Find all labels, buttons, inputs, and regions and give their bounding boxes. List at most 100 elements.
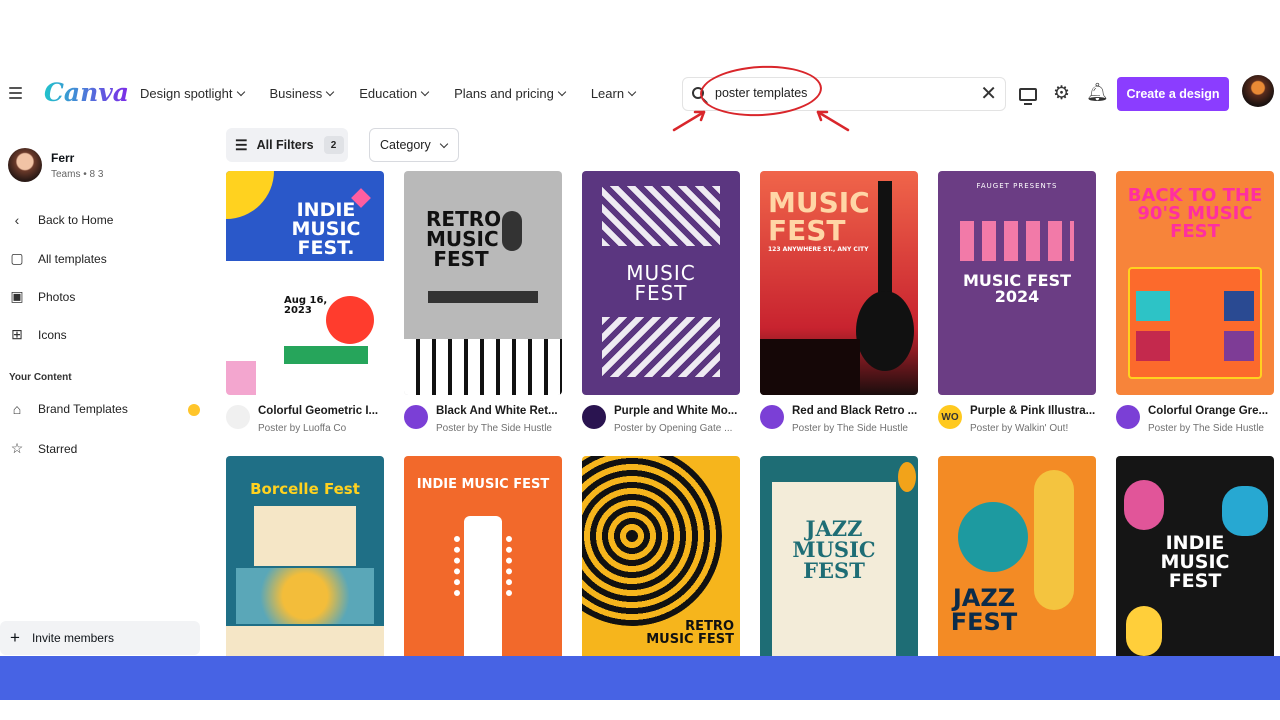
template-thumbnail[interactable]: RETRO MUSIC FEST bbox=[404, 171, 562, 395]
bell-icon[interactable]: 🔔︎ bbox=[1086, 83, 1109, 101]
bottom-margin bbox=[0, 700, 1280, 720]
poster-title: JAZZ MUSIC FEST bbox=[792, 516, 876, 583]
chevron-down-icon bbox=[439, 139, 448, 148]
plus-icon: + bbox=[10, 628, 20, 647]
template-meta: Colorful Orange Gre... Poster by The Sid… bbox=[1116, 405, 1280, 435]
avatar[interactable] bbox=[1242, 75, 1274, 107]
poster-title: MUSIC FEST bbox=[626, 261, 696, 305]
template-title[interactable]: Colorful Orange Gre... bbox=[1148, 405, 1280, 417]
poster-title: JAZZ FEST bbox=[950, 584, 1018, 636]
template-title[interactable]: Purple and White Mo... bbox=[614, 405, 752, 417]
chevron-down-icon bbox=[236, 87, 245, 97]
sliders-icon: ☰ bbox=[235, 136, 248, 153]
sidebar-item-brand-templates[interactable]: ⌂ Brand Templates bbox=[8, 401, 200, 417]
creator-logo bbox=[582, 405, 606, 429]
template-meta: WO Purple & Pink Illustra... Poster by W… bbox=[938, 405, 1108, 435]
nav-education[interactable]: Education bbox=[359, 86, 430, 101]
template-meta: Colorful Geometric I... Poster by Luoffa… bbox=[226, 405, 396, 435]
template-creator[interactable]: Poster by The Side Hustle bbox=[1148, 423, 1280, 434]
template-title[interactable]: Red and Black Retro ... bbox=[792, 405, 930, 417]
canva-logo[interactable]: Canva bbox=[44, 78, 129, 107]
creator-logo bbox=[1116, 405, 1140, 429]
template-meta: Black And White Ret... Poster by The Sid… bbox=[404, 405, 574, 435]
template-thumbnail[interactable]: JAZZ FEST bbox=[938, 456, 1096, 656]
user-profile[interactable]: Ferr Teams • 8 3 bbox=[8, 148, 103, 182]
template-meta: Red and Black Retro ... Poster by The Si… bbox=[760, 405, 930, 435]
top-margin bbox=[0, 0, 1280, 20]
poster-title: INDIE MUSIC FEST bbox=[416, 477, 550, 492]
sidebar-item-icons[interactable]: ⊞ Icons bbox=[8, 326, 67, 343]
chevron-down-icon bbox=[420, 87, 430, 97]
template-creator[interactable]: Poster by Opening Gate ... bbox=[614, 423, 752, 434]
category-dropdown[interactable]: Category bbox=[369, 128, 459, 162]
chevron-left-icon: ‹ bbox=[14, 212, 20, 228]
template-thumbnail[interactable]: INDIE MUSIC FEST bbox=[404, 456, 562, 656]
template-creator[interactable]: Poster by The Side Hustle bbox=[792, 423, 930, 434]
template-creator[interactable]: Poster by Luoffa Co bbox=[258, 423, 396, 434]
sidebar-item-back-to-home[interactable]: ‹ Back to Home bbox=[8, 212, 114, 228]
poster-title: BACK TO THE 90'S MUSIC FEST bbox=[1127, 185, 1263, 242]
template-thumbnail[interactable]: MUSIC FEST 123 ANYWHERE ST., ANY CITY bbox=[760, 171, 918, 395]
template-thumbnail[interactable]: INDIE MUSIC FEST bbox=[1116, 456, 1274, 656]
template-thumbnail[interactable]: Borcelle Fest bbox=[226, 456, 384, 656]
template-title[interactable]: Purple & Pink Illustra... bbox=[970, 405, 1108, 417]
template-thumbnail[interactable]: INDIE MUSIC FEST. Aug 16, 2023 bbox=[226, 171, 384, 395]
poster-title: MUSIC FEST 2024 bbox=[963, 271, 1071, 306]
annotation-arrow-right bbox=[816, 110, 850, 132]
star-icon: ☆ bbox=[10, 440, 24, 456]
top-nav: Design spotlight Business Education Plan… bbox=[140, 86, 661, 101]
creator-logo bbox=[226, 405, 250, 429]
template-creator[interactable]: Poster by The Side Hustle bbox=[436, 423, 574, 434]
poster-title: INDIE MUSIC FEST bbox=[1160, 532, 1230, 592]
user-avatar bbox=[8, 148, 42, 182]
nav-business[interactable]: Business bbox=[270, 86, 335, 101]
template-creator[interactable]: Poster by Walkin' Out! bbox=[970, 423, 1108, 434]
template-meta: Purple and White Mo... Poster by Opening… bbox=[582, 405, 752, 435]
chevron-down-icon bbox=[627, 87, 637, 97]
filter-count-badge: 2 bbox=[323, 136, 344, 154]
poster-title: RETRO MUSIC FEST bbox=[426, 207, 502, 271]
nav-learn[interactable]: Learn bbox=[591, 86, 637, 101]
nav-plans-and-pricing[interactable]: Plans and pricing bbox=[454, 86, 567, 101]
poster-title: RETRO MUSIC FEST bbox=[646, 619, 734, 647]
invite-members-button[interactable]: + Invite members bbox=[0, 621, 200, 655]
templates-icon: ▢ bbox=[10, 250, 24, 266]
nav-design-spotlight[interactable]: Design spotlight bbox=[140, 86, 245, 101]
menu-icon[interactable] bbox=[9, 87, 22, 99]
template-title[interactable]: Black And White Ret... bbox=[436, 405, 574, 417]
template-thumbnail[interactable]: FAUGET PRESENTS MUSIC FEST 2024 bbox=[938, 171, 1096, 395]
user-team: Teams • 8 3 bbox=[51, 169, 104, 180]
template-thumbnail[interactable]: BACK TO THE 90'S MUSIC FEST bbox=[1116, 171, 1274, 395]
brand-icon: ⌂ bbox=[12, 401, 22, 417]
your-content-heading: Your Content bbox=[9, 372, 72, 383]
template-thumbnail[interactable]: MUSIC FEST bbox=[582, 171, 740, 395]
user-name: Ferr bbox=[51, 151, 75, 165]
template-title[interactable]: Colorful Geometric I... bbox=[258, 405, 396, 417]
gear-icon[interactable]: ⚙ bbox=[1053, 84, 1070, 103]
template-thumbnail[interactable]: JAZZ MUSIC FEST bbox=[760, 456, 918, 656]
creator-logo bbox=[404, 405, 428, 429]
desktop-icon[interactable] bbox=[1019, 88, 1037, 105]
poster-location: 123 ANYWHERE ST., ANY CITY bbox=[768, 246, 869, 253]
chevron-down-icon bbox=[326, 87, 335, 97]
sidebar: Ferr Teams • 8 3 ‹ Back to Home ▢ All temp… bbox=[0, 126, 210, 656]
crown-icon bbox=[188, 404, 200, 416]
template-thumbnail[interactable]: RETRO MUSIC FEST bbox=[582, 456, 740, 656]
annotation-arrow-left bbox=[672, 110, 706, 132]
poster-presenter: FAUGET PRESENTS bbox=[976, 182, 1058, 190]
sidebar-item-starred[interactable]: ☆ Starred bbox=[8, 440, 78, 457]
screenshot-frame: Canva Design spotlight Business Educatio… bbox=[0, 20, 1280, 656]
creator-logo: WO bbox=[938, 405, 962, 429]
sidebar-item-photos[interactable]: ▣ Photos bbox=[8, 288, 75, 305]
poster-title: Borcelle Fest bbox=[250, 480, 360, 498]
all-filters-button[interactable]: ☰ All Filters 2 bbox=[226, 128, 348, 162]
chevron-down-icon bbox=[557, 87, 567, 97]
sidebar-item-all-templates[interactable]: ▢ All templates bbox=[8, 250, 106, 267]
photo-icon: ▣ bbox=[10, 288, 24, 304]
create-design-button[interactable]: Create a design bbox=[1117, 77, 1229, 111]
poster-title: INDIE MUSIC FEST. bbox=[291, 199, 361, 259]
creator-logo bbox=[760, 405, 784, 429]
bottom-band bbox=[0, 656, 1280, 700]
shapes-icon: ⊞ bbox=[11, 326, 23, 342]
close-icon[interactable]: ✕ bbox=[980, 84, 997, 104]
